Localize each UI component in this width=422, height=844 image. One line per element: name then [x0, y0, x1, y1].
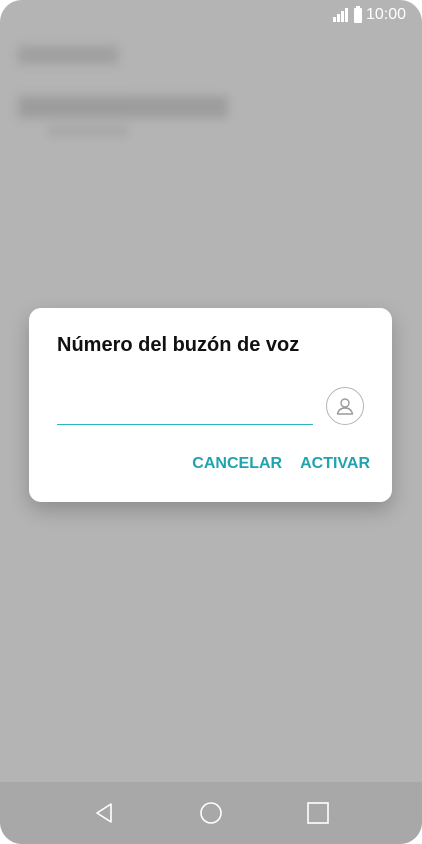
- recents-icon: [307, 802, 330, 824]
- nav-home-button[interactable]: [191, 793, 231, 833]
- home-icon: [200, 802, 222, 824]
- phone-screen: 10:00 Número del buzón de voz CANCELAR A…: [0, 0, 422, 844]
- back-icon: [95, 803, 112, 823]
- dialog-actions: CANCELAR ACTIVAR: [192, 453, 370, 475]
- status-bar: 10:00: [0, 0, 422, 30]
- nav-back-button[interactable]: [84, 793, 124, 833]
- background-title-blurred: [18, 96, 228, 118]
- status-time: 10:00: [365, 6, 406, 23]
- dialog-title: Número del buzón de voz: [57, 334, 300, 356]
- voicemail-number-dialog: Número del buzón de voz CANCELAR ACTIVAR: [29, 308, 392, 502]
- contact-picker-button[interactable]: [326, 387, 364, 425]
- activate-button[interactable]: ACTIVAR: [300, 453, 370, 475]
- background-header-blurred: [18, 46, 118, 64]
- battery-icon: [353, 5, 362, 23]
- voicemail-number-input[interactable]: [57, 392, 313, 425]
- signal-icon: [332, 8, 348, 22]
- background-subtitle-blurred: [48, 126, 128, 136]
- background-screen-blurred: [18, 40, 228, 136]
- nav-recents-button[interactable]: [298, 793, 338, 833]
- cancel-button[interactable]: CANCELAR: [192, 453, 282, 475]
- navigation-bar: [0, 782, 422, 844]
- contact-person-icon: [336, 398, 354, 415]
